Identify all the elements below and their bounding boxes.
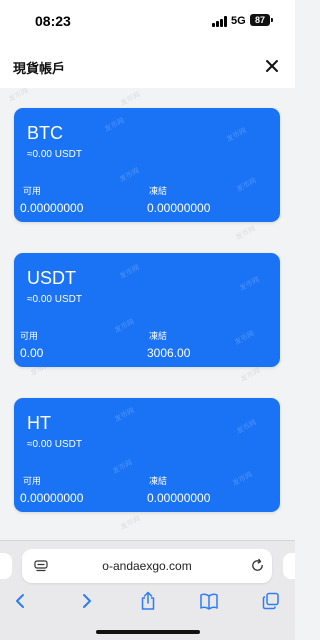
watermark: 发币网 (103, 117, 126, 134)
frozen-value: 0.00000000 (147, 201, 211, 215)
share-icon (141, 591, 155, 610)
back-icon (16, 594, 24, 608)
next-tab-preview[interactable] (283, 553, 295, 579)
forward-button[interactable] (75, 590, 97, 612)
watermark: 发币网 (234, 225, 257, 242)
watermark: 发币网 (225, 127, 248, 144)
bookmarks-button[interactable] (198, 590, 220, 612)
browser-toolbar (0, 587, 295, 617)
watermark: 发币网 (231, 471, 254, 488)
account-card-usdt[interactable]: USDT ≈0.00 USDT 可用 凍結 0.00 3006.00 发币网 发… (14, 253, 280, 367)
account-card-btc[interactable]: BTC ≈0.00 USDT 可用 凍結 0.00000000 0.000000… (14, 108, 280, 222)
frozen-value: 3006.00 (147, 346, 191, 360)
frozen-label: 凍結 (149, 476, 168, 486)
frozen-value: 0.00000000 (147, 491, 211, 505)
home-indicator[interactable] (96, 630, 200, 634)
watermark: 发币网 (235, 419, 258, 436)
card-symbol: HT (27, 413, 51, 433)
watermark: 发币网 (118, 167, 141, 184)
close-icon (266, 60, 278, 72)
watermark: 发币网 (119, 91, 142, 108)
browser-bar: o-andaexgo.com (0, 540, 295, 640)
tabs-icon (262, 592, 279, 610)
address-bar[interactable]: o-andaexgo.com (22, 549, 272, 583)
frozen-label: 凍結 (149, 186, 168, 196)
available-label: 可用 (23, 186, 42, 196)
watermark: 发币网 (233, 330, 256, 347)
page-title: 現貨帳戶 (13, 61, 66, 76)
available-value: 0.00000000 (20, 201, 84, 215)
watermark: 发币网 (119, 515, 142, 532)
available-label: 可用 (23, 476, 42, 486)
url-text: o-andaexgo.com (102, 559, 192, 573)
cellular-signal-icon (212, 16, 228, 27)
card-approx-value: ≈0.00 USDT (27, 439, 82, 450)
watermark: 发币网 (239, 367, 262, 384)
watermark: 发币网 (113, 407, 136, 424)
card-symbol: BTC (27, 123, 63, 143)
frozen-label: 凍結 (149, 331, 168, 341)
status-time: 08:23 (35, 13, 71, 29)
watermark: 发币网 (7, 88, 30, 104)
share-button[interactable] (137, 590, 159, 612)
reload-icon[interactable] (250, 558, 265, 573)
accounts-list[interactable]: 发币网 发币网 发币网 发币网 发币网 发币网 BTC ≈0.00 USDT 可… (0, 88, 295, 540)
close-button[interactable] (262, 56, 282, 76)
watermark: 发币网 (113, 318, 136, 335)
available-value: 0.00000000 (20, 491, 84, 505)
page-header: 現貨帳戶 (0, 44, 295, 88)
tabs-button[interactable] (260, 590, 282, 612)
status-bar: 08:23 5G 87 (0, 0, 295, 44)
available-label: 可用 (20, 331, 39, 341)
available-value: 0.00 (20, 346, 44, 360)
previous-tab-preview[interactable] (0, 553, 12, 579)
watermark: 发币网 (238, 276, 261, 293)
card-symbol: USDT (27, 268, 76, 288)
back-button[interactable] (10, 590, 32, 612)
bookmarks-icon (200, 593, 218, 610)
battery-level: 87 (254, 15, 265, 25)
watermark: 发币网 (111, 459, 134, 476)
battery-tip (271, 18, 273, 22)
card-approx-value: ≈0.00 USDT (27, 149, 82, 160)
network-type: 5G (231, 15, 246, 27)
forward-icon (83, 594, 91, 608)
watermark: 发币网 (235, 177, 258, 194)
battery-icon: 87 (250, 14, 270, 26)
account-card-ht[interactable]: HT ≈0.00 USDT 可用 凍結 0.00000000 0.0000000… (14, 398, 280, 512)
watermark: 发币网 (118, 264, 141, 281)
card-approx-value: ≈0.00 USDT (27, 294, 82, 305)
